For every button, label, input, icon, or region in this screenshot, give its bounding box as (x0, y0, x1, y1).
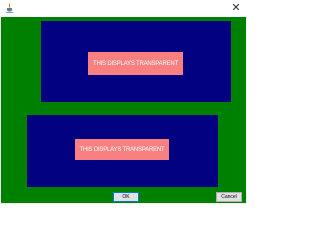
title-bar[interactable]: ✕ (0, 0, 247, 17)
java-app-icon (6, 3, 13, 13)
close-button[interactable]: ✕ (228, 1, 244, 15)
ok-button[interactable]: OK (113, 192, 139, 202)
bottom-panel: THIS DISPLAYS TRANSPARENT (27, 115, 218, 187)
top-panel: THIS DISPLAYS TRANSPARENT (41, 21, 231, 102)
dialog-window: ✕ THIS DISPLAYS TRANSPARENT THIS DISPLAY… (0, 0, 247, 204)
top-transparent-label: THIS DISPLAYS TRANSPARENT (88, 52, 183, 75)
content-area: THIS DISPLAYS TRANSPARENT THIS DISPLAYS … (1, 17, 246, 203)
bottom-transparent-label: THIS DISPLAYS TRANSPARENT (75, 139, 169, 160)
cancel-button[interactable]: Cancel (216, 192, 242, 202)
